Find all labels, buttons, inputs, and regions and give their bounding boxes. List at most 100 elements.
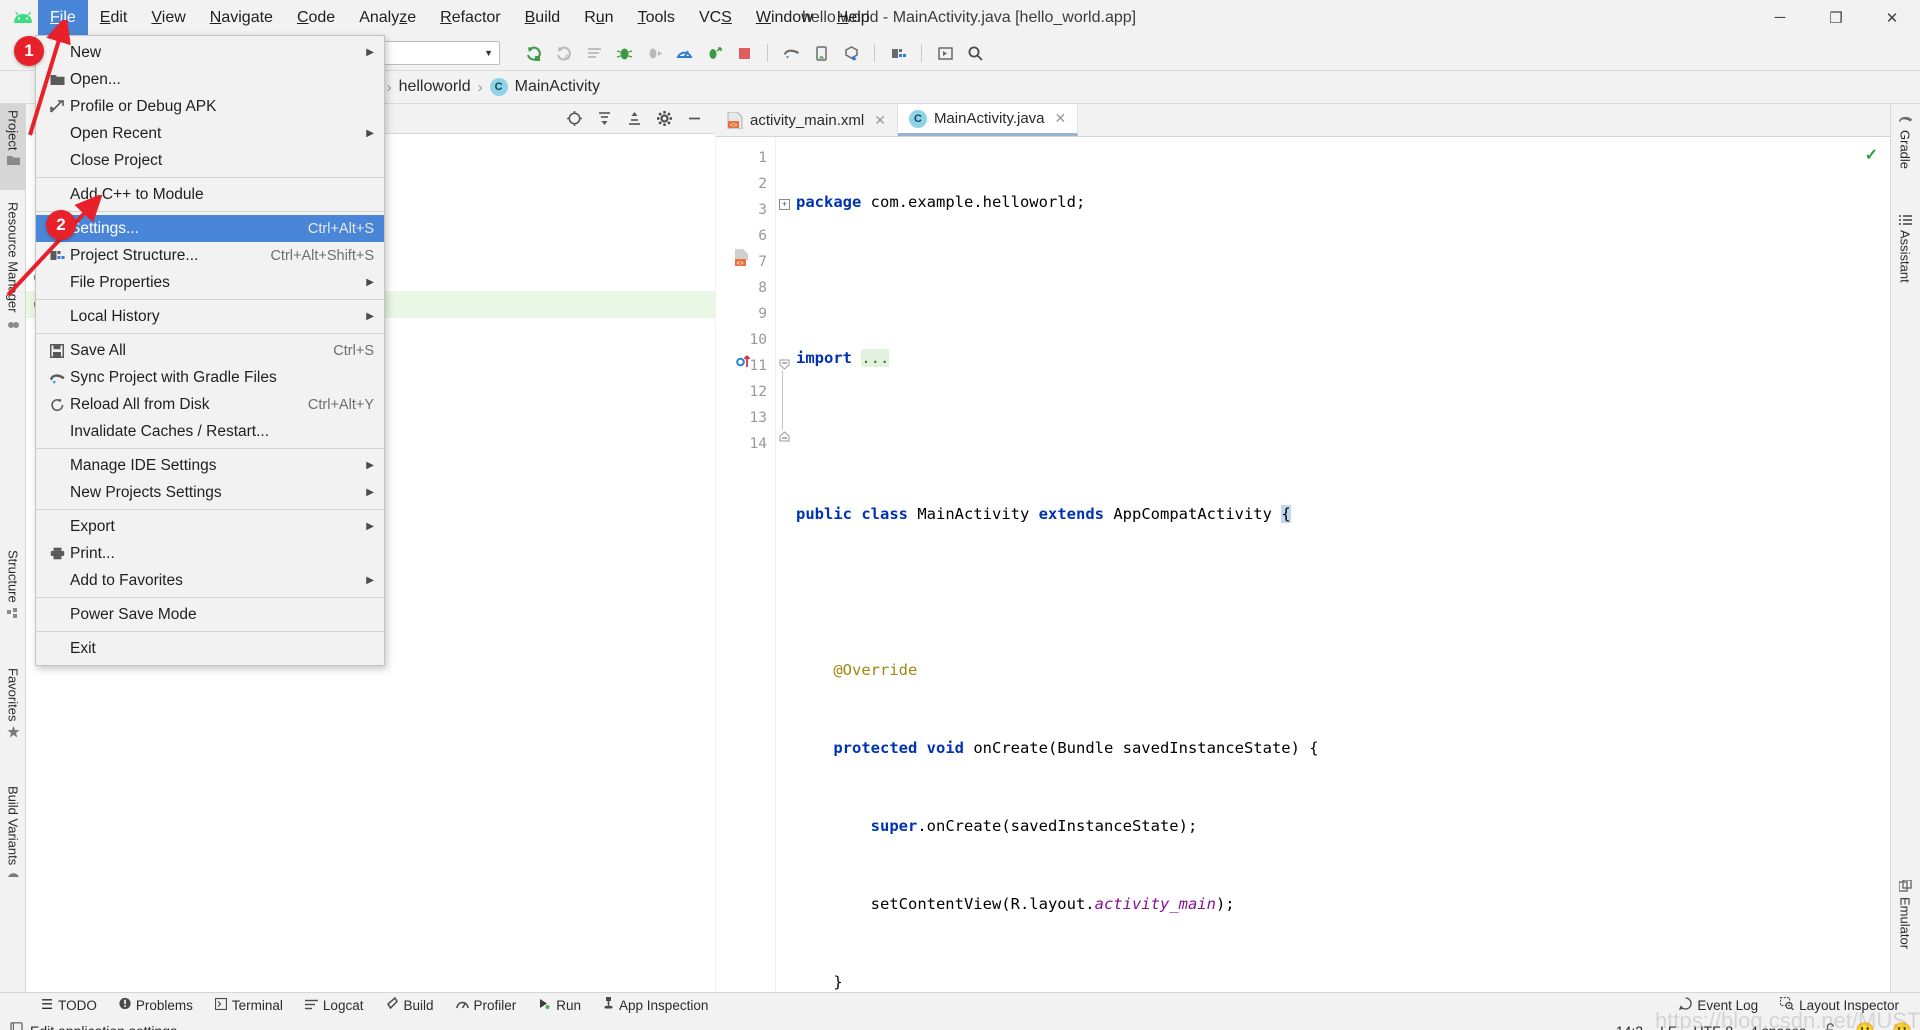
inspection-ok-icon[interactable]: ✓ bbox=[1865, 145, 1878, 165]
code-editor[interactable]: 1 2 3 6 7 8 9 10 11 12 13 14 <> + packag… bbox=[716, 137, 1890, 992]
menu-item-add-to-favorites[interactable]: Add to Favorites ▶ bbox=[36, 567, 384, 594]
menu-item-manage-ide-settings[interactable]: Manage IDE Settings ▶ bbox=[36, 452, 384, 479]
menu-vcs[interactable]: VCS bbox=[687, 0, 744, 35]
menu-item-open-recent[interactable]: Open Recent ▶ bbox=[36, 120, 384, 147]
line-separator[interactable]: LF bbox=[1660, 1023, 1676, 1030]
bottom-tab-app-inspection[interactable]: App Inspection bbox=[592, 997, 719, 1013]
menu-refactor[interactable]: Refactor bbox=[428, 0, 512, 35]
avd-manager-icon[interactable] bbox=[807, 39, 835, 67]
menu-item-save-all[interactable]: Save All Ctrl+S bbox=[36, 337, 384, 364]
sidebar-item-gradle[interactable]: Gradle bbox=[1890, 108, 1920, 198]
sidebar-item-favorites[interactable]: Favorites bbox=[0, 662, 26, 772]
attach-debugger-icon[interactable] bbox=[640, 39, 668, 67]
menu-item-close-project[interactable]: Close Project bbox=[36, 147, 384, 174]
menu-item-sync-project-with-gradle-files[interactable]: Sync Project with Gradle Files bbox=[36, 364, 384, 391]
menu-edit[interactable]: Edit bbox=[88, 0, 140, 35]
menu-item-local-history[interactable]: Local History ▶ bbox=[36, 303, 384, 330]
status-message: Edit application settings bbox=[30, 1023, 177, 1030]
bottom-tab-layout-inspector[interactable]: Layout Inspector bbox=[1769, 996, 1910, 1013]
menu-item-new-projects-settings[interactable]: New Projects Settings ▶ bbox=[36, 479, 384, 506]
apply-changes-icon[interactable]: A bbox=[550, 39, 578, 67]
bottom-tab-build[interactable]: Build bbox=[374, 996, 444, 1013]
bottom-tab-event-log[interactable]: Event Log bbox=[1668, 997, 1769, 1013]
search-everywhere-icon[interactable] bbox=[961, 39, 989, 67]
menu-item-profile-or-debug-apk[interactable]: Profile or Debug APK bbox=[36, 93, 384, 120]
menu-code[interactable]: Code bbox=[285, 0, 347, 35]
settings-gear-icon[interactable] bbox=[651, 106, 677, 132]
bottom-tab-problems[interactable]: Problems bbox=[108, 997, 204, 1013]
run-with-coverage-icon[interactable] bbox=[700, 39, 728, 67]
sidebar-item-resource-manager[interactable]: Resource Manager bbox=[0, 196, 26, 356]
fold-expand-icon[interactable]: + bbox=[779, 199, 790, 210]
override-marker-icon[interactable] bbox=[736, 353, 752, 369]
fold-collapse-icon[interactable] bbox=[779, 357, 790, 370]
sidebar-item-build-variants[interactable]: Build Variants bbox=[0, 780, 26, 910]
breadcrumb-item-2[interactable]: MainActivity bbox=[515, 78, 600, 96]
hide-panel-icon[interactable] bbox=[681, 106, 707, 132]
gradle-sync-icon[interactable] bbox=[777, 39, 805, 67]
run-icon[interactable] bbox=[520, 39, 548, 67]
bottom-tab-todo[interactable]: ☰ TODO bbox=[30, 997, 108, 1013]
code-content[interactable]: package com.example.helloworld; import .… bbox=[796, 137, 1890, 992]
bottom-tab-terminal[interactable]: Terminal bbox=[204, 997, 294, 1013]
collapse-all-icon[interactable] bbox=[621, 106, 647, 132]
minimize-button[interactable]: ─ bbox=[1752, 0, 1808, 35]
expand-all-icon[interactable] bbox=[591, 106, 617, 132]
tab-mainactivity-java[interactable]: C MainActivity.java ✕ bbox=[897, 104, 1079, 136]
menu-view[interactable]: View bbox=[139, 0, 197, 35]
apply-code-changes-icon[interactable] bbox=[580, 39, 608, 67]
close-icon-2[interactable]: ✕ bbox=[1055, 110, 1067, 127]
close-icon[interactable]: ✕ bbox=[874, 112, 886, 129]
annotation-badge-1: 1 bbox=[14, 36, 44, 66]
menu-item-project-structure[interactable]: Project Structure... Ctrl+Alt+Shift+S bbox=[36, 242, 384, 269]
menu-item-new[interactable]: New ▶ bbox=[36, 39, 384, 66]
bottom-tab-run[interactable]: Run bbox=[527, 998, 592, 1013]
breadcrumb-item-1[interactable]: helloworld bbox=[399, 78, 471, 96]
project-structure-icon[interactable] bbox=[884, 39, 912, 67]
profiler-icon[interactable] bbox=[670, 39, 698, 67]
menu-run[interactable]: Run bbox=[572, 0, 625, 35]
unlocked-icon[interactable] bbox=[1823, 1022, 1838, 1030]
caret-position[interactable]: 14:2 bbox=[1616, 1023, 1643, 1030]
menu-file[interactable]: File bbox=[38, 0, 88, 35]
menu-item-power-save-mode[interactable]: Power Save Mode bbox=[36, 601, 384, 628]
sdk-manager-icon[interactable] bbox=[837, 39, 865, 67]
menu-item-exit[interactable]: Exit bbox=[36, 635, 384, 662]
happy-face-icon[interactable]: 🙂 bbox=[1855, 1021, 1875, 1030]
menu-separator-6 bbox=[36, 509, 384, 510]
menu-help[interactable]: Help bbox=[825, 0, 882, 35]
sidebar-item-structure[interactable]: Structure bbox=[0, 544, 26, 654]
fold-collapse-icon-2[interactable] bbox=[779, 429, 790, 442]
menu-navigate[interactable]: Navigate bbox=[198, 0, 285, 35]
bottom-tab-profiler[interactable]: Profiler bbox=[445, 998, 528, 1013]
class-marker-icon[interactable]: <> bbox=[734, 249, 750, 267]
menu-item-print[interactable]: Print... bbox=[36, 540, 384, 567]
locate-icon[interactable] bbox=[561, 106, 587, 132]
menu-item-invalidate-caches-restart[interactable]: Invalidate Caches / Restart... bbox=[36, 418, 384, 445]
build-icon bbox=[385, 996, 399, 1013]
layout-inspector-icon[interactable] bbox=[931, 39, 959, 67]
menu-window[interactable]: Window bbox=[744, 0, 825, 35]
menu-item-reload-all-from-disk[interactable]: Reload All from Disk Ctrl+Alt+Y bbox=[36, 391, 384, 418]
indent-setting[interactable]: 4 spaces bbox=[1750, 1023, 1806, 1030]
maximize-button[interactable]: ❐ bbox=[1808, 0, 1864, 35]
stop-icon[interactable] bbox=[730, 39, 758, 67]
menu-item-open[interactable]: Open... bbox=[36, 66, 384, 93]
menu-tools[interactable]: Tools bbox=[626, 0, 687, 35]
menu-item-export[interactable]: Export ▶ bbox=[36, 513, 384, 540]
menu-item-add-cpp-to-module[interactable]: Add C++ to Module bbox=[36, 181, 384, 208]
sad-face-icon[interactable]: 🙁 bbox=[1892, 1021, 1912, 1030]
editor-markup-gutter[interactable]: ✓ bbox=[1856, 137, 1890, 992]
menu-item-settings[interactable]: Settings... Ctrl+Alt+S bbox=[36, 215, 384, 242]
menu-build[interactable]: Build bbox=[513, 0, 573, 35]
file-encoding[interactable]: UTF-8 bbox=[1693, 1023, 1733, 1030]
bottom-tab-logcat[interactable]: Logcat bbox=[294, 998, 375, 1013]
tab-activity-main-xml[interactable]: <> activity_main.xml ✕ bbox=[716, 104, 898, 136]
sidebar-item-project[interactable]: Project bbox=[0, 104, 26, 190]
sidebar-item-assistant[interactable]: Assistant bbox=[1890, 208, 1920, 323]
close-button[interactable]: ✕ bbox=[1864, 0, 1920, 35]
menu-item-file-properties[interactable]: File Properties ▶ bbox=[36, 269, 384, 296]
debug-icon[interactable] bbox=[610, 39, 638, 67]
menu-analyze[interactable]: Analyze bbox=[347, 0, 428, 35]
sidebar-item-emulator[interactable]: Emulator bbox=[1890, 874, 1920, 989]
